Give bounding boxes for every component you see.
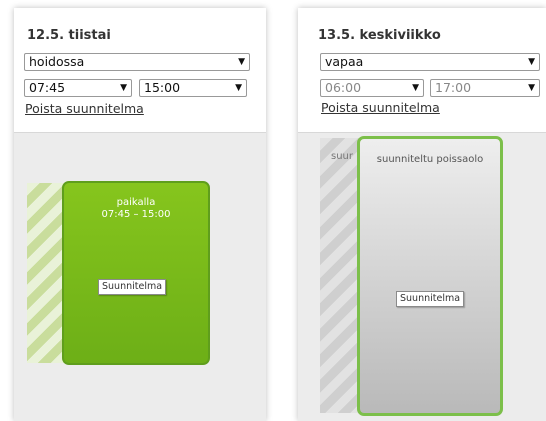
chevron-down-icon: ▼ bbox=[528, 83, 535, 93]
remove-plan-link[interactable]: Poista suunnitelma bbox=[25, 101, 144, 116]
day-column-wednesday: 13.5. keskiviikko vapaa ▼ 06:00 ▼ 17:00 … bbox=[298, 8, 546, 421]
care-type-select[interactable]: hoidossa ▼ bbox=[24, 53, 250, 71]
presence-time: 07:45 – 15:00 bbox=[101, 209, 171, 220]
planned-range-hatch bbox=[320, 138, 360, 413]
chevron-down-icon: ▼ bbox=[238, 57, 245, 67]
chevron-down-icon: ▼ bbox=[235, 83, 242, 93]
start-time-value: 06:00 bbox=[325, 80, 362, 95]
chevron-down-icon: ▼ bbox=[528, 57, 535, 67]
end-time-value: 15:00 bbox=[144, 80, 181, 95]
day-header: 12.5. tiistai hoidossa ▼ 07:45 ▼ 15:00 ▼… bbox=[14, 8, 266, 133]
background-block-label: suur bbox=[331, 151, 353, 162]
absence-block[interactable]: suunniteltu poissaolo Suunnitelma bbox=[357, 136, 503, 416]
remove-plan-link[interactable]: Poista suunnitelma bbox=[321, 100, 440, 115]
absence-title: suunniteltu poissaolo bbox=[376, 154, 484, 165]
chevron-down-icon: ▼ bbox=[412, 83, 419, 93]
presence-title: paikalla bbox=[116, 197, 156, 208]
plan-button[interactable]: Suunnitelma bbox=[396, 291, 465, 307]
day-date-label: 12.5. tiistai bbox=[27, 28, 111, 43]
start-time-select[interactable]: 06:00 ▼ bbox=[320, 79, 424, 97]
plan-button[interactable]: Suunnitelma bbox=[98, 279, 167, 295]
care-type-select[interactable]: vapaa ▼ bbox=[320, 53, 540, 71]
presence-block[interactable]: paikalla 07:45 – 15:00 Suunnitelma bbox=[62, 181, 210, 365]
start-time-select[interactable]: 07:45 ▼ bbox=[24, 79, 132, 97]
day-header: 13.5. keskiviikko vapaa ▼ 06:00 ▼ 17:00 … bbox=[298, 8, 546, 133]
care-type-value: hoidossa bbox=[29, 54, 85, 69]
care-type-value: vapaa bbox=[325, 54, 364, 69]
day-date-label: 13.5. keskiviikko bbox=[318, 28, 441, 43]
day-column-tuesday: 12.5. tiistai hoidossa ▼ 07:45 ▼ 15:00 ▼… bbox=[14, 8, 266, 421]
end-time-select[interactable]: 17:00 ▼ bbox=[430, 79, 540, 97]
end-time-select[interactable]: 15:00 ▼ bbox=[139, 79, 247, 97]
chevron-down-icon: ▼ bbox=[120, 83, 127, 93]
start-time-value: 07:45 bbox=[29, 80, 66, 95]
end-time-value: 17:00 bbox=[435, 80, 472, 95]
